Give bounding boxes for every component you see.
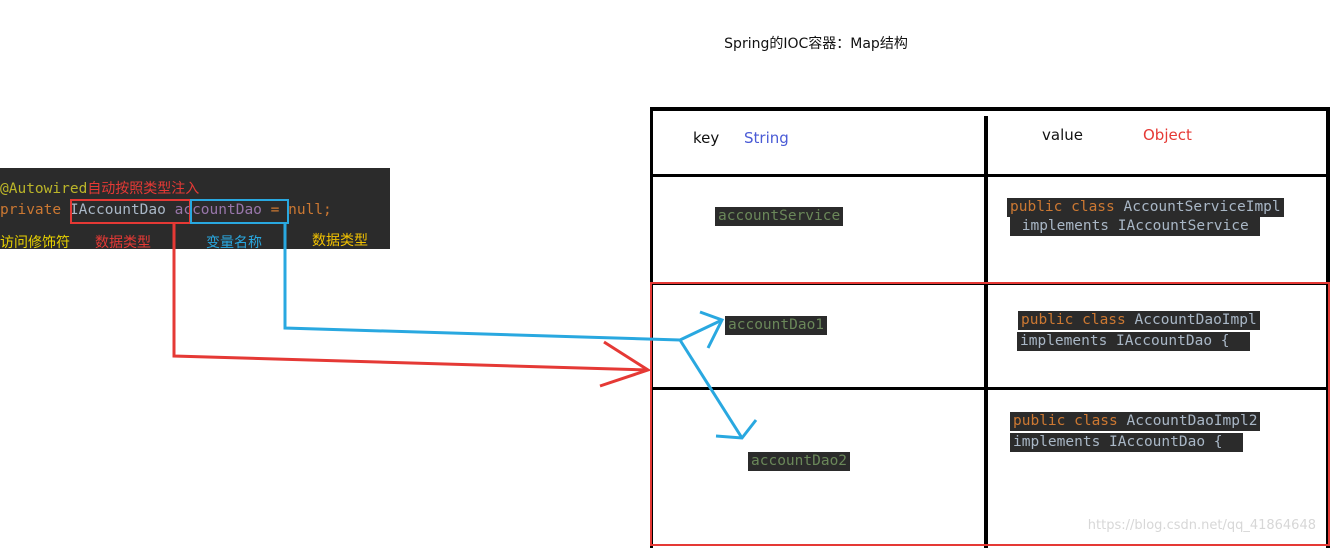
red-type-arrow — [172, 224, 649, 372]
watermark: https://blog.csdn.net/qq_41864648 — [1087, 518, 1316, 533]
blue-name-arrow — [283, 224, 681, 342]
arrows-layer — [172, 224, 758, 440]
blue-arrow-to-dao2 — [678, 339, 744, 439]
red-arrowhead — [599, 340, 652, 388]
